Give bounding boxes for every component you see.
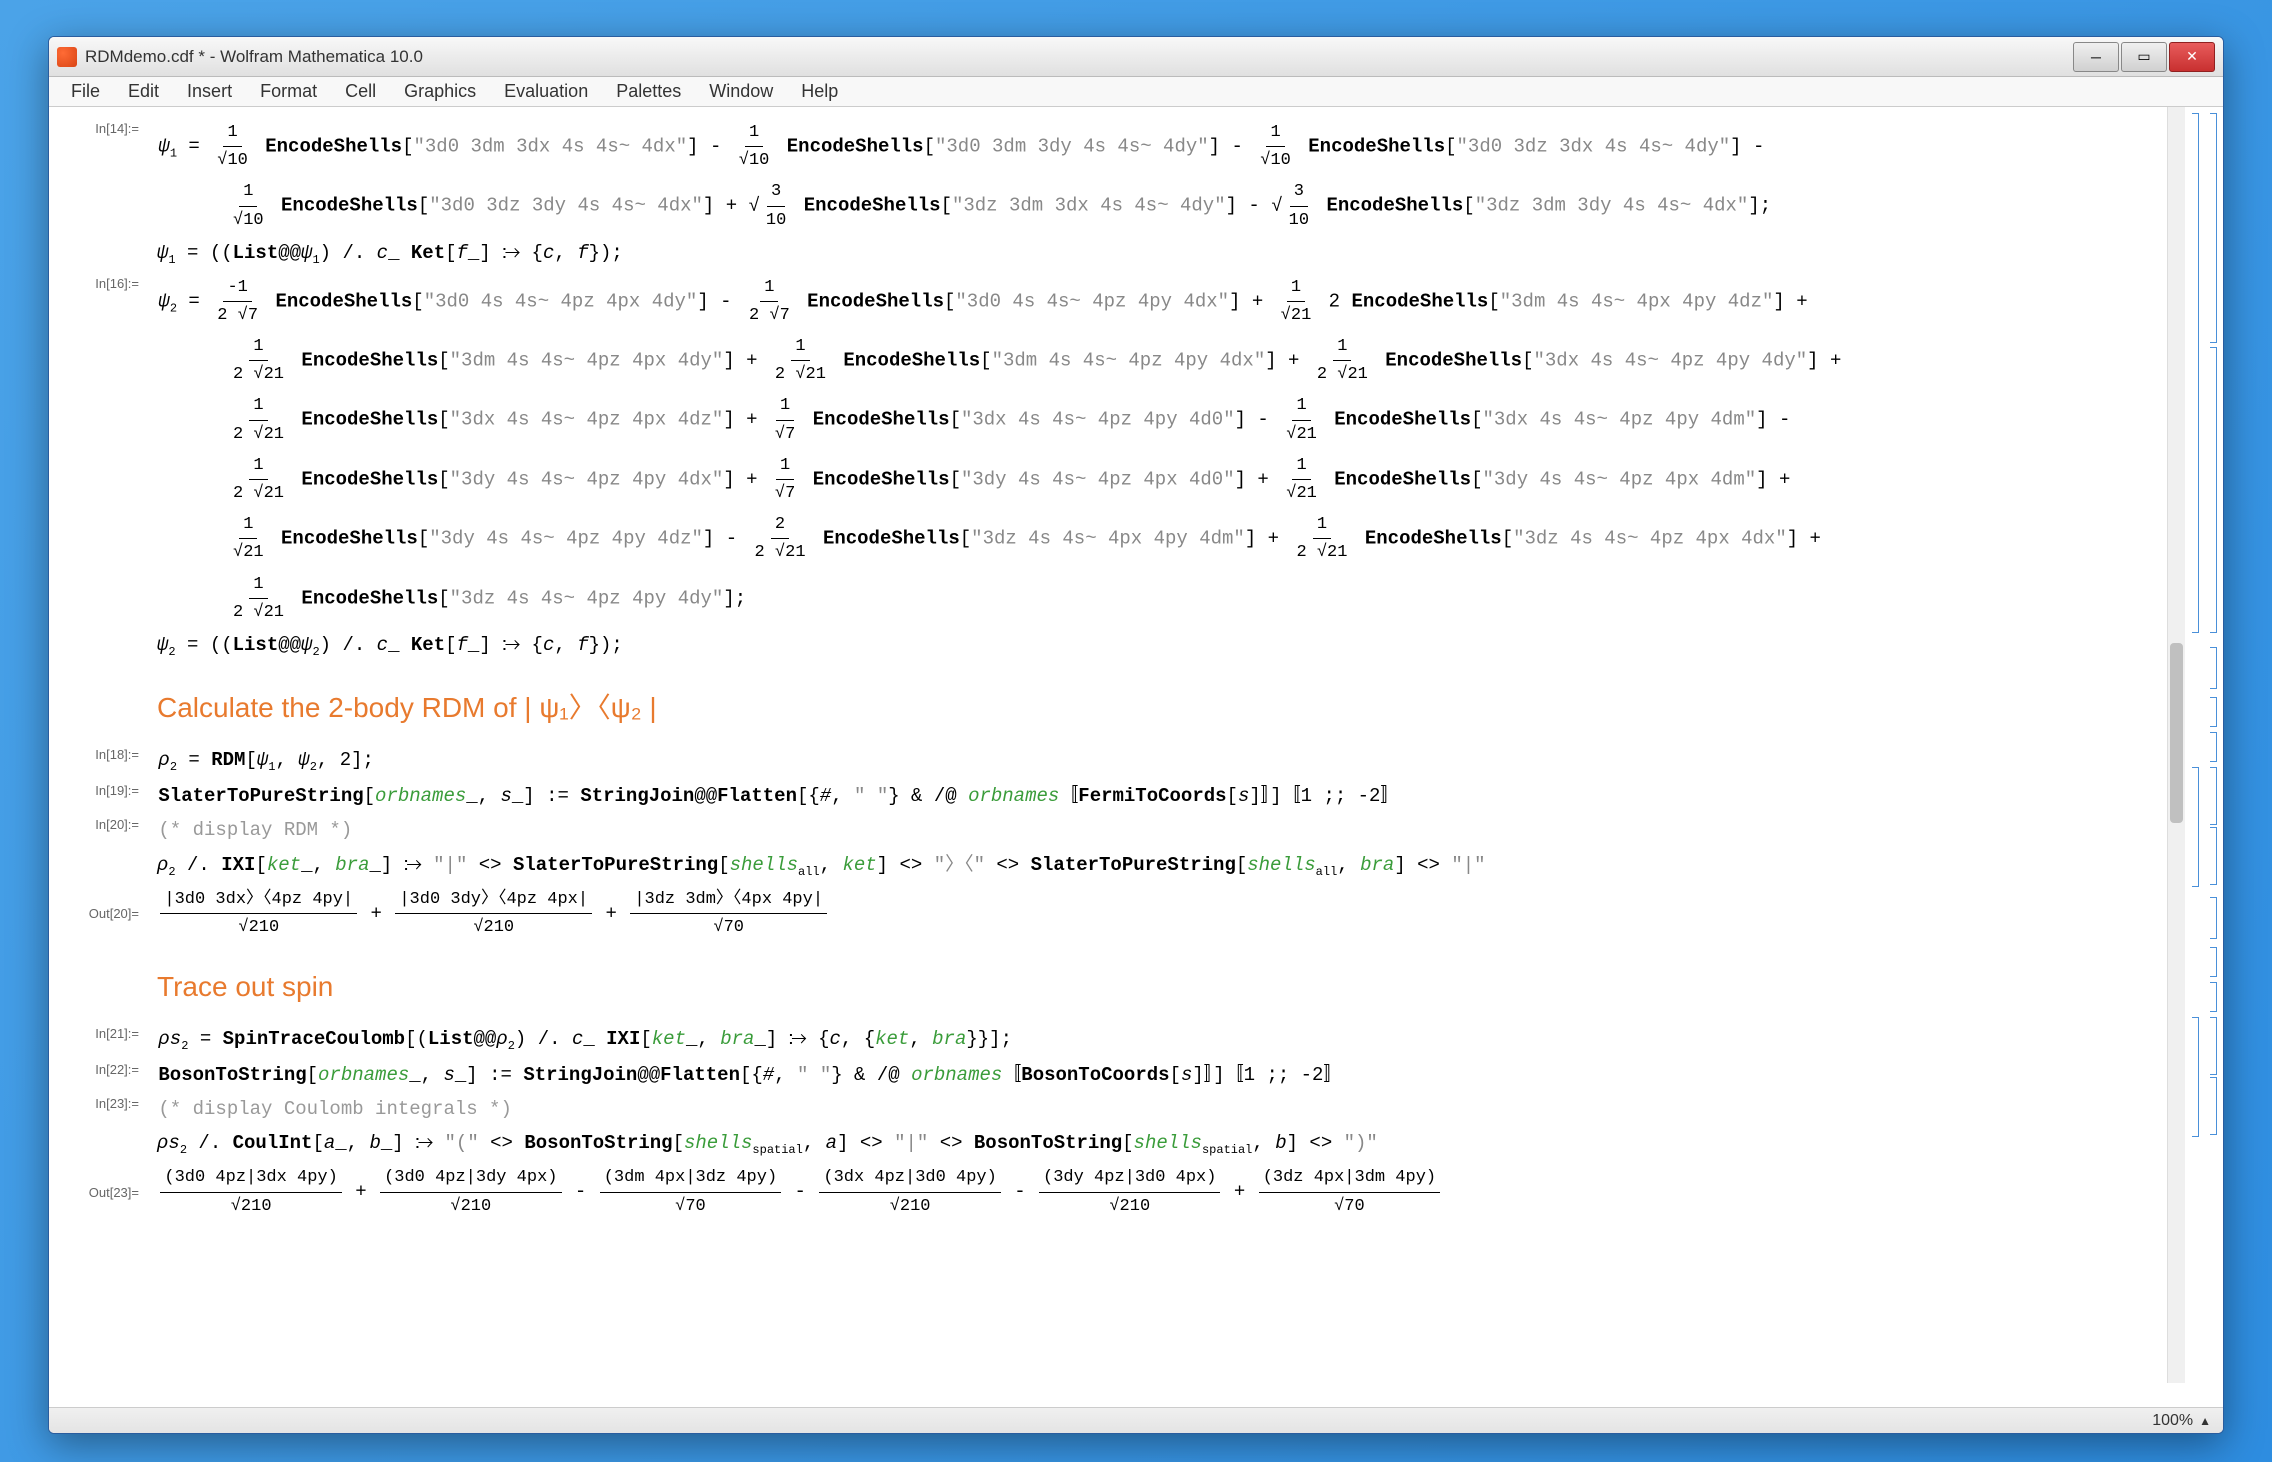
cell-bracket[interactable] [2210,827,2217,885]
menu-window[interactable]: Window [695,77,787,106]
app-icon [57,47,77,67]
psi2-transform[interactable]: ψ2 = ((List@@ψ2) /. c_ Ket[f_] ⧴ {c, f})… [157,630,2143,662]
menu-format[interactable]: Format [246,77,331,106]
menu-file[interactable]: File [57,77,114,106]
window-title: RDMdemo.cdf * - Wolfram Mathematica 10.0 [85,47,423,67]
psi2-line3[interactable]: 12 21 EncodeShells["3dx 4s 4s~ 4pz 4px 4… [227,392,2143,447]
in-label-21: In[21]:= [87,1024,139,1045]
section-heading-rdm[interactable]: Calculate the 2-body RDM of | ψ₁〉〈ψ₂ | [157,686,2143,731]
in-label-20: In[20]:= [87,815,139,836]
cell-bracket[interactable] [2210,982,2217,1012]
menu-cell[interactable]: Cell [331,77,390,106]
content-area: In[14]:= ψ1 = 110 EncodeShells["3d0 3dm … [49,107,2223,1407]
cell-bracket[interactable] [2210,947,2217,977]
output-cell-20[interactable]: Out[20]= |3d0 3dx〉〈4pz 4py|210 + |3d0 3d… [87,886,2143,941]
cell-bracket[interactable] [2192,113,2199,633]
in-label-psi2: In[16]:= [87,274,139,295]
input-cell-20[interactable]: In[20]:= (* display RDM *) [87,815,2143,845]
cell-bracket[interactable] [2210,113,2217,343]
notebook[interactable]: In[14]:= ψ1 = 110 EncodeShells["3d0 3dm … [67,107,2163,1383]
minimize-button[interactable]: ─ [2073,42,2119,72]
comment-display-rdm: (* display RDM *) [158,819,352,841]
menubar: File Edit Insert Format Cell Graphics Ev… [49,77,2223,107]
vertical-scrollbar[interactable] [2167,107,2185,1383]
cell-bracket[interactable] [2210,347,2217,633]
in-label-14: In[14]:= [87,119,139,140]
input-cell-14-cont[interactable]: 110 EncodeShells["3d0 3dz 3dy 4s 4s~ 4dx… [227,178,2143,233]
menu-insert[interactable]: Insert [173,77,246,106]
input-cell-22[interactable]: In[22]:= BosonToString[orbnames_, s_] :=… [87,1060,2143,1090]
input-cell-psi2[interactable]: In[16]:= ψ2 = -12 7 EncodeShells["3d0 4s… [87,274,2143,329]
cell-bracket[interactable] [2210,1077,2217,1135]
cell-bracket[interactable] [2210,767,2217,825]
in-label-22: In[22]:= [87,1060,139,1081]
input-cell-14[interactable]: In[14]:= ψ1 = 110 EncodeShells["3d0 3dm … [87,119,2143,174]
out-label-20: Out[20]= [87,904,139,925]
menu-evaluation[interactable]: Evaluation [490,77,602,106]
cell-bracket-strip [2187,107,2221,1383]
in-label-19: In[19]:= [87,781,139,802]
menu-graphics[interactable]: Graphics [390,77,490,106]
zoom-level[interactable]: 100% [2152,1412,2193,1430]
psi2-line4[interactable]: 12 21 EncodeShells["3dy 4s 4s~ 4pz 4py 4… [227,452,2143,507]
input-cell-20b[interactable]: ρ2 /. IXI[ket_, bra_] ⧴ "|" <> SlaterToP… [157,850,2143,882]
cell-bracket[interactable] [2210,732,2217,762]
input-cell-18[interactable]: In[18]:= ρ2 = RDM[ψ1, ψ2, 2]; [87,745,2143,777]
psi2-line5[interactable]: 121 EncodeShells["3dy 4s 4s~ 4pz 4py 4dz… [227,511,2143,566]
in-label-18: In[18]:= [87,745,139,766]
comment-display-coul: (* display Coulomb integrals *) [158,1098,511,1120]
menu-help[interactable]: Help [787,77,852,106]
scrollbar-thumb[interactable] [2170,643,2183,823]
cell-bracket[interactable] [2210,697,2217,727]
maximize-button[interactable]: ▭ [2121,42,2167,72]
statusbar: 100% ▲ [49,1407,2223,1433]
input-cell-19[interactable]: In[19]:= SlaterToPureString[orbnames_, s… [87,781,2143,811]
menu-palettes[interactable]: Palettes [602,77,695,106]
psi2-line2[interactable]: 12 21 EncodeShells["3dm 4s 4s~ 4pz 4px 4… [227,333,2143,388]
out-label-23: Out[23]= [87,1183,139,1204]
cell-bracket[interactable] [2210,897,2217,939]
psi2-line6[interactable]: 12 21 EncodeShells["3dz 4s 4s~ 4pz 4py 4… [227,571,2143,626]
section-heading-trace[interactable]: Trace out spin [157,965,2143,1010]
cell-bracket[interactable] [2210,1017,2217,1075]
close-button[interactable]: ✕ [2169,42,2215,72]
cell-bracket[interactable] [2192,767,2199,887]
psi1-transform[interactable]: ψ1 = ((List@@ψ1) /. c_ Ket[f_] ⧴ {c, f})… [157,238,2143,270]
cell-bracket[interactable] [2192,1017,2199,1137]
zoom-arrow-icon[interactable]: ▲ [2199,1414,2211,1428]
input-cell-23b[interactable]: ρs2 /. CoulInt[a_, b_] ⧴ "(" <> BosonToS… [157,1128,2143,1160]
in-label-23: In[23]:= [87,1094,139,1115]
app-window: RDMdemo.cdf * - Wolfram Mathematica 10.0… [48,36,2224,1434]
input-cell-21[interactable]: In[21]:= ρs2 = SpinTraceCoulomb[(List@@ρ… [87,1024,2143,1056]
input-cell-23[interactable]: In[23]:= (* display Coulomb integrals *) [87,1094,2143,1124]
cell-bracket[interactable] [2210,647,2217,689]
menu-edit[interactable]: Edit [114,77,173,106]
output-cell-23[interactable]: Out[23]= (3d0 4pz|3dx 4py)210 + (3d0 4pz… [87,1164,2143,1219]
titlebar[interactable]: RDMdemo.cdf * - Wolfram Mathematica 10.0… [49,37,2223,77]
